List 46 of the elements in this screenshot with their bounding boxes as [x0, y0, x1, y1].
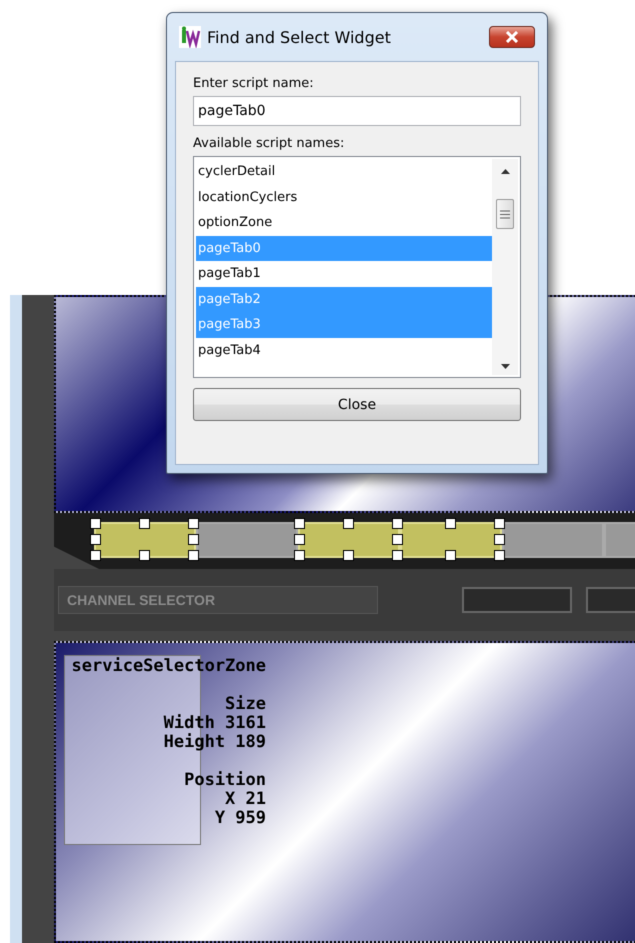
resize-handle[interactable]: [343, 550, 354, 561]
x-value: X 21: [225, 790, 266, 809]
resize-handle[interactable]: [494, 534, 505, 545]
resize-handle[interactable]: [343, 518, 354, 529]
resize-handle[interactable]: [392, 534, 403, 545]
resize-handle[interactable]: [188, 518, 199, 529]
channel-selector-label: CHANNEL SELECTOR: [58, 586, 378, 614]
scroll-thumb[interactable]: [496, 199, 514, 229]
resize-handle[interactable]: [494, 518, 505, 529]
zone-name: serviceSelectorZone: [72, 657, 266, 676]
resize-handle[interactable]: [294, 518, 305, 529]
resize-handle[interactable]: [139, 550, 150, 561]
close-dialog-button[interactable]: Close: [193, 388, 521, 421]
resize-handle[interactable]: [494, 550, 505, 561]
width-value: Width 3161: [164, 714, 266, 733]
close-icon: [505, 31, 519, 43]
list-label: Available script names:: [193, 136, 346, 151]
height-value: Height 189: [164, 733, 266, 752]
y-value: Y 959: [214, 809, 266, 828]
resize-handle[interactable]: [445, 550, 456, 561]
scrollbar[interactable]: [492, 159, 518, 375]
field-label: Enter script name:: [193, 76, 315, 91]
list-item[interactable]: pageTab4: [196, 338, 492, 363]
resize-handle[interactable]: [294, 534, 305, 545]
window-title: Find and Select Widget: [207, 28, 392, 46]
list-item[interactable]: locationCyclers: [196, 184, 492, 210]
resize-handle[interactable]: [188, 534, 199, 545]
scroll-down-icon[interactable]: [500, 364, 510, 369]
script-name-field[interactable]: pageTab0: [193, 96, 521, 126]
list-item[interactable]: optionZone: [196, 210, 492, 236]
scroll-up-icon[interactable]: [500, 169, 510, 174]
resize-handle[interactable]: [188, 550, 199, 561]
resize-handle[interactable]: [392, 550, 403, 561]
close-button[interactable]: [489, 26, 535, 48]
resize-handle[interactable]: [392, 518, 403, 529]
resize-handle[interactable]: [90, 550, 101, 561]
resize-handle[interactable]: [90, 518, 101, 529]
app-icon: [179, 26, 201, 48]
list-item[interactable]: pageTab1: [196, 261, 492, 286]
resize-handle[interactable]: [90, 534, 101, 545]
list-item[interactable]: cyclerDetail: [196, 159, 492, 184]
resize-handle[interactable]: [139, 518, 150, 529]
size-heading: Size: [225, 695, 266, 714]
position-heading: Position: [184, 771, 266, 790]
resize-handle[interactable]: [445, 518, 456, 529]
resize-handle[interactable]: [294, 550, 305, 561]
